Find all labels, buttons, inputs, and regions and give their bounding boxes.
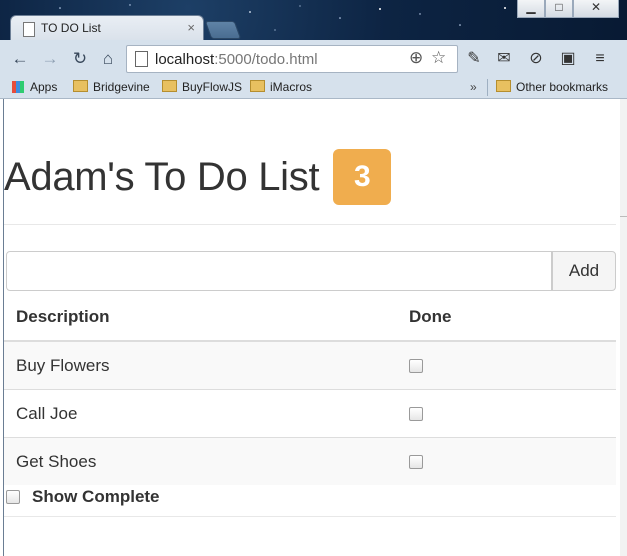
address-bar[interactable]: localhost:5000/todo.html ⊕ ☆ bbox=[126, 45, 458, 73]
divider bbox=[487, 79, 488, 96]
done-checkbox[interactable] bbox=[409, 455, 423, 470]
home-icon[interactable]: ⌂ bbox=[98, 49, 118, 69]
divider bbox=[4, 516, 616, 517]
new-item-input[interactable] bbox=[6, 251, 552, 291]
page-icon bbox=[23, 22, 35, 37]
page-header: Adam's To Do List 3 bbox=[4, 146, 392, 208]
count-badge: 3 bbox=[333, 149, 392, 205]
browser-tab[interactable]: TO DO List × bbox=[10, 15, 204, 42]
done-checkbox[interactable] bbox=[409, 359, 423, 374]
close-window-button[interactable]: ✕ bbox=[573, 0, 619, 18]
item-description: Get Shoes bbox=[4, 437, 397, 485]
browser-titlebar: TO DO List × ▁ □ ✕ bbox=[0, 0, 627, 42]
url-text: localhost:5000/todo.html bbox=[155, 51, 318, 68]
table-row: Get Shoes bbox=[4, 437, 616, 485]
column-header-description: Description bbox=[4, 294, 397, 342]
item-description: Call Joe bbox=[4, 389, 397, 438]
bookmark-star-icon[interactable]: ☆ bbox=[431, 48, 446, 68]
table-row: Buy Flowers bbox=[4, 340, 616, 390]
folder-icon bbox=[73, 80, 88, 92]
done-cell bbox=[397, 340, 616, 390]
minimize-button[interactable]: ▁ bbox=[517, 0, 545, 18]
divider bbox=[4, 224, 616, 225]
page-icon bbox=[135, 51, 148, 67]
extension-icon[interactable]: ✉ bbox=[494, 49, 514, 69]
zoom-icon[interactable]: ⊕ bbox=[409, 48, 423, 68]
done-cell bbox=[397, 437, 616, 485]
bookmark-bridgevine[interactable]: Bridgevine bbox=[73, 79, 150, 95]
extension-icon[interactable]: ⊘ bbox=[526, 49, 546, 69]
new-item-group: Add bbox=[6, 251, 616, 291]
new-tab-button[interactable] bbox=[204, 21, 242, 39]
back-icon[interactable]: ← bbox=[10, 49, 30, 69]
maximize-button[interactable]: □ bbox=[545, 0, 573, 18]
bookmark-apps[interactable]: Apps bbox=[12, 79, 57, 95]
show-complete-label: Show Complete bbox=[32, 487, 160, 506]
item-description: Buy Flowers bbox=[4, 340, 397, 390]
eyedropper-extension-icon[interactable]: ✎ bbox=[464, 49, 484, 69]
close-tab-icon[interactable]: × bbox=[187, 20, 195, 35]
page-title: Adam's To Do List bbox=[4, 154, 320, 199]
folder-icon bbox=[162, 80, 177, 92]
show-complete-checkbox[interactable] bbox=[6, 490, 20, 504]
bookmarks-overflow-icon[interactable]: » bbox=[470, 80, 477, 94]
bookmarks-bar: Apps Bridgevine BuyFlowJS iMacros » Othe… bbox=[0, 76, 627, 99]
folder-icon bbox=[496, 80, 511, 92]
column-header-done: Done bbox=[397, 294, 616, 342]
done-cell bbox=[397, 389, 616, 438]
apps-icon bbox=[12, 81, 24, 93]
todo-table: Description Done Buy Flowers Call Joe Ge… bbox=[4, 294, 616, 485]
show-complete-toggle[interactable]: Show Complete bbox=[6, 487, 160, 507]
window-controls: ▁ □ ✕ bbox=[517, 0, 619, 18]
extension-icon[interactable]: ▣ bbox=[558, 49, 578, 69]
table-row: Call Joe bbox=[4, 389, 616, 438]
menu-icon[interactable]: ≡ bbox=[590, 49, 610, 69]
bookmark-imacros[interactable]: iMacros bbox=[250, 79, 312, 95]
folder-icon bbox=[250, 80, 265, 92]
tab-title: TO DO List bbox=[41, 21, 101, 35]
done-checkbox[interactable] bbox=[409, 407, 423, 422]
browser-toolbar: ← → ↻ ⌂ localhost:5000/todo.html ⊕ ☆ ✎ ✉… bbox=[0, 40, 627, 77]
forward-icon[interactable]: → bbox=[40, 49, 60, 69]
table-header-row: Description Done bbox=[4, 294, 616, 342]
reload-icon[interactable]: ↻ bbox=[70, 49, 90, 69]
add-button[interactable]: Add bbox=[552, 251, 616, 291]
bookmark-other[interactable]: Other bookmarks bbox=[496, 79, 608, 95]
scroll-edge bbox=[620, 99, 627, 556]
bookmark-buyflowjs[interactable]: BuyFlowJS bbox=[162, 79, 242, 95]
